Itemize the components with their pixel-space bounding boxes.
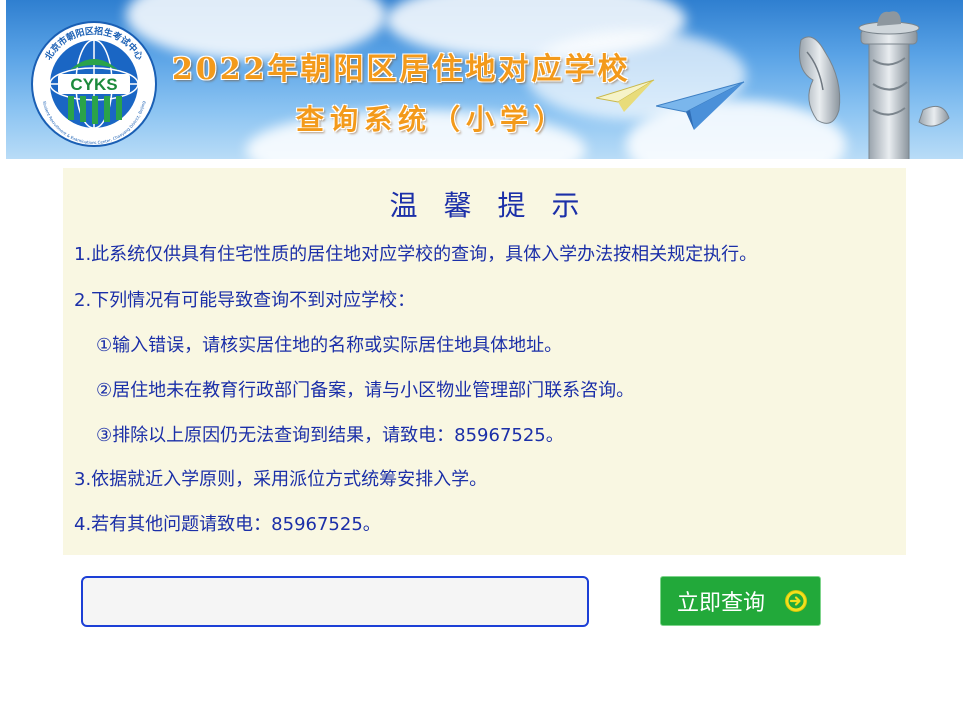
query-now-button[interactable]: 立即查询: [660, 576, 821, 626]
notice-subitem-2: ②居住地未在教育行政部门备案，请与小区物业管理部门联系咨询。: [96, 380, 635, 401]
huabiao-pillar-image: [799, 11, 950, 159]
arrow-right-circle-icon: [785, 590, 807, 612]
notice-item-1: 1.此系统仅供具有住宅性质的居住地对应学校的查询，具体入学办法按相关规定执行。: [74, 244, 758, 265]
banner-title-line2: 查询系统（小学）: [296, 103, 569, 136]
paper-plane-large-icon: [656, 81, 745, 130]
header-banner: CYKS 北京市朝阳区招生考试中心 Student Recruitment & …: [6, 0, 963, 159]
notice-item-4: 4.若有其他问题请致电：85967525。: [74, 514, 381, 535]
logo-acronym: CYKS: [70, 75, 117, 94]
notice-subitem-1: ①输入错误，请核实居住地的名称或实际居住地具体地址。: [96, 335, 563, 356]
notice-item-2: 2.下列情况有可能导致查询不到对应学校：: [74, 290, 416, 311]
notice-subitem-3: ③排除以上原因仍无法查询到结果，请致电：85967525。: [96, 425, 564, 446]
query-now-button-label: 立即查询: [677, 591, 766, 616]
banner-title-line1: 2022年朝阳区居住地对应学校: [172, 52, 631, 87]
cyks-logo: CYKS 北京市朝阳区招生考试中心 Student Recruitment & …: [31, 21, 157, 147]
address-search-input[interactable]: [81, 576, 589, 627]
notice-title: 温馨提示: [389, 189, 606, 222]
notice-panel: 温馨提示 1.此系统仅供具有住宅性质的居住地对应学校的查询，具体入学办法按相关规…: [63, 168, 906, 555]
notice-item-3: 3.依据就近入学原则，采用派位方式统筹安排入学。: [74, 469, 488, 490]
paper-plane-small-icon: [596, 79, 655, 112]
